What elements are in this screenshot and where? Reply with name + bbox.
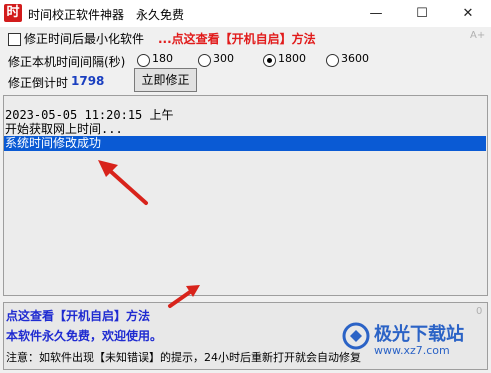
watermark-url: www.xz7.com (374, 344, 450, 357)
watermark-name: 极光下载站 (374, 324, 464, 345)
arrow-to-help-link-icon (168, 285, 200, 308)
watermark-logo-icon (342, 322, 370, 350)
annotation-arrows (98, 160, 200, 308)
arrow-to-success-line-icon (98, 160, 148, 205)
